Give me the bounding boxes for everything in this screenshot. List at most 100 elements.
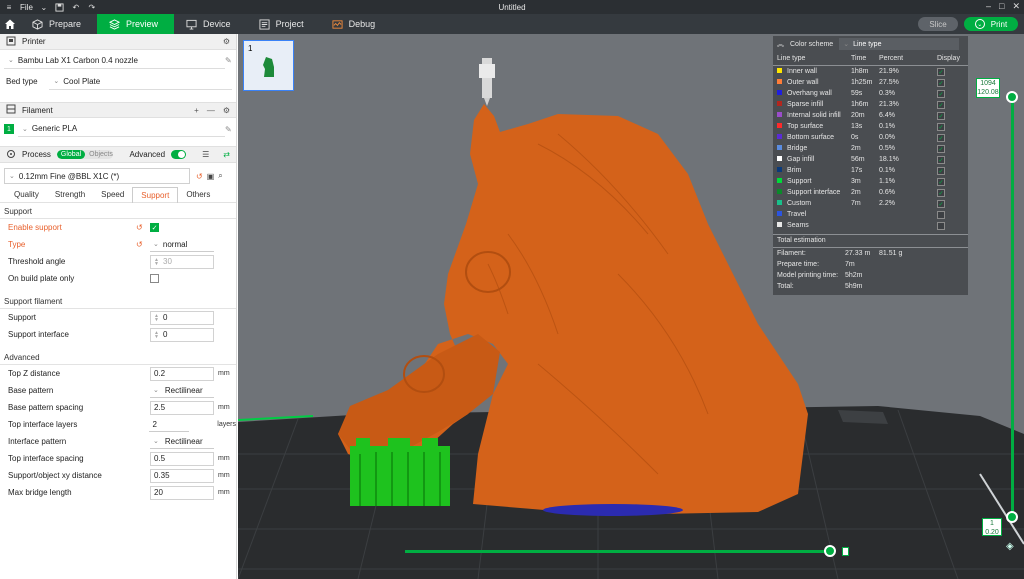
toggle-global[interactable]: Global	[56, 150, 86, 159]
support-type-select[interactable]: ⌄ normal	[150, 237, 214, 252]
threshold-angle-input[interactable]: ▲ ▼ 30	[150, 254, 214, 269]
tab-others[interactable]: Others	[178, 187, 218, 203]
top-layer-handle[interactable]	[1006, 91, 1018, 103]
add-icon[interactable]: +	[194, 106, 199, 115]
advanced-option-select[interactable]: ⌄ Rectilinear	[150, 434, 214, 449]
enable-support-checkbox[interactable]: ✓	[150, 223, 159, 232]
layers-icon[interactable]: ◈	[1006, 541, 1018, 553]
display-checkbox[interactable]: ✓	[937, 90, 945, 98]
advanced-group-title: Advanced	[0, 349, 236, 365]
maximize-icon[interactable]: □	[999, 1, 1004, 12]
bed-type-select[interactable]: ⌄ Cool Plate	[49, 73, 232, 90]
hamburger-menu-icon[interactable]: ≡	[4, 2, 14, 12]
chevron-down-icon[interactable]: ⌄	[974, 19, 985, 29]
remove-icon[interactable]: —	[207, 106, 215, 115]
process-preset-select[interactable]: ⌄ 0.12mm Fine @BBL X1C (*)	[4, 168, 190, 184]
search-icon[interactable]: ⌕	[218, 171, 222, 181]
global-objects-toggle[interactable]: Global Objects	[56, 150, 114, 159]
display-checkbox[interactable]: ✓	[937, 123, 945, 131]
line-type-name: Overhang wall	[787, 90, 832, 97]
minimize-icon[interactable]: –	[986, 1, 991, 12]
tab-quality[interactable]: Quality	[6, 187, 47, 203]
bottom-layer-number: 1	[990, 520, 994, 527]
reset-icon[interactable]: ↺	[196, 172, 203, 181]
layer-slider-track[interactable]	[1011, 97, 1014, 517]
display-checkbox[interactable]: ✓	[937, 112, 945, 120]
advanced-option-input[interactable]: 0.2	[150, 366, 214, 381]
close-icon[interactable]: ✕	[1012, 1, 1020, 12]
gear-icon[interactable]: ⚙	[223, 106, 230, 115]
line-type-name: Travel	[787, 211, 807, 218]
plate-thumbnail[interactable]: 1	[243, 40, 294, 91]
tab-preview[interactable]: Preview	[97, 14, 175, 34]
move-slider-track[interactable]	[405, 550, 832, 553]
support-type-label: Type	[8, 240, 26, 249]
printer-select[interactable]: ⌄ Bambu Lab X1 Carbon 0.4 nozzle	[4, 52, 225, 69]
home-button[interactable]	[0, 14, 20, 34]
slice-button[interactable]: Slice	[918, 17, 958, 31]
color-scheme-select[interactable]: ⌄ Line type	[839, 38, 960, 50]
advanced-option-input[interactable]: 2	[149, 417, 190, 432]
redo-icon[interactable]: ↷	[87, 2, 97, 12]
list-icon[interactable]: ☰	[202, 150, 209, 159]
move-slider-end-marker[interactable]	[842, 547, 849, 556]
display-checkbox[interactable]: ✓	[937, 145, 945, 153]
reset-icon[interactable]: ↺	[136, 223, 146, 232]
display-checkbox[interactable]	[937, 222, 945, 230]
tab-strength[interactable]: Strength	[47, 187, 93, 203]
build-plate-only-checkbox[interactable]	[150, 274, 159, 283]
tab-support[interactable]: Support	[132, 186, 179, 203]
print-button[interactable]: ⌄ Print	[964, 17, 1018, 31]
display-checkbox[interactable]: ✓	[937, 134, 945, 142]
tab-debug[interactable]: Debug	[320, 14, 392, 34]
display-checkbox[interactable]: ✓	[937, 167, 945, 175]
tab-project[interactable]: Project	[247, 14, 320, 34]
filament-select[interactable]: ⌄ Generic PLA	[18, 121, 225, 137]
line-type-name: Gap infill	[787, 156, 815, 163]
legend-row: Bridge 2m 0.5% ✓	[773, 144, 968, 155]
chevron-down-icon[interactable]: ⌄	[39, 2, 49, 12]
line-type-time: 1h6m	[851, 101, 869, 108]
advanced-option-unit: mm	[218, 370, 230, 377]
support-filament-input[interactable]: ▲ ▼ 0	[150, 310, 214, 325]
edit-icon[interactable]: ✎	[225, 125, 232, 134]
display-checkbox[interactable]: ✓	[937, 101, 945, 109]
display-checkbox[interactable]	[937, 211, 945, 219]
advanced-option-input[interactable]: 2.5	[150, 400, 214, 415]
prepare-time-label: Prepare time:	[777, 261, 820, 268]
advanced-option-input[interactable]: 0.5	[150, 451, 214, 466]
support-interface-filament-input[interactable]: ▲ ▼ 0	[150, 327, 214, 342]
advanced-option-input[interactable]: 20	[150, 485, 214, 500]
advanced-toggle[interactable]	[171, 150, 187, 159]
advanced-option-row: Top interface layers 2 layers	[0, 416, 236, 433]
tab-device[interactable]: Device	[174, 14, 247, 34]
save-icon[interactable]	[55, 2, 65, 12]
tab-speed[interactable]: Speed	[93, 187, 132, 203]
toggle-objects[interactable]: Objects	[85, 150, 113, 159]
display-checkbox[interactable]: ✓	[937, 68, 945, 76]
edit-icon[interactable]: ✎	[225, 56, 232, 65]
collapse-icon[interactable]: ︽	[777, 39, 784, 49]
display-checkbox[interactable]: ✓	[937, 156, 945, 164]
advanced-option-input[interactable]: 0.35	[150, 468, 214, 483]
line-type-name: Bridge	[787, 145, 808, 152]
shuffle-icon[interactable]: ⇄	[223, 150, 230, 159]
undo-icon[interactable]: ↶	[71, 2, 81, 12]
legend-row: Gap infill 56m 18.1% ✓	[773, 155, 968, 166]
file-menu[interactable]: File	[20, 3, 33, 12]
bottom-layer-handle[interactable]	[1006, 511, 1018, 523]
display-checkbox[interactable]: ✓	[937, 178, 945, 186]
gear-icon[interactable]: ⚙	[223, 37, 230, 46]
reset-icon[interactable]: ↺	[136, 240, 146, 249]
advanced-option-select[interactable]: ⌄ Rectilinear	[150, 383, 214, 398]
advanced-option-unit: mm	[218, 455, 230, 462]
save-icon[interactable]: ▣	[207, 172, 215, 181]
total-time-label: Total:	[777, 283, 794, 290]
line-type-percent: 0.1%	[879, 167, 895, 174]
display-checkbox[interactable]: ✓	[937, 200, 945, 208]
tab-prepare[interactable]: Prepare	[20, 14, 97, 34]
display-checkbox[interactable]: ✓	[937, 79, 945, 87]
advanced-options-list: Top Z distance 0.2 mm Base pattern ⌄ Rectilin…	[0, 365, 236, 501]
move-slider-handle[interactable]	[824, 545, 836, 557]
display-checkbox[interactable]: ✓	[937, 189, 945, 197]
